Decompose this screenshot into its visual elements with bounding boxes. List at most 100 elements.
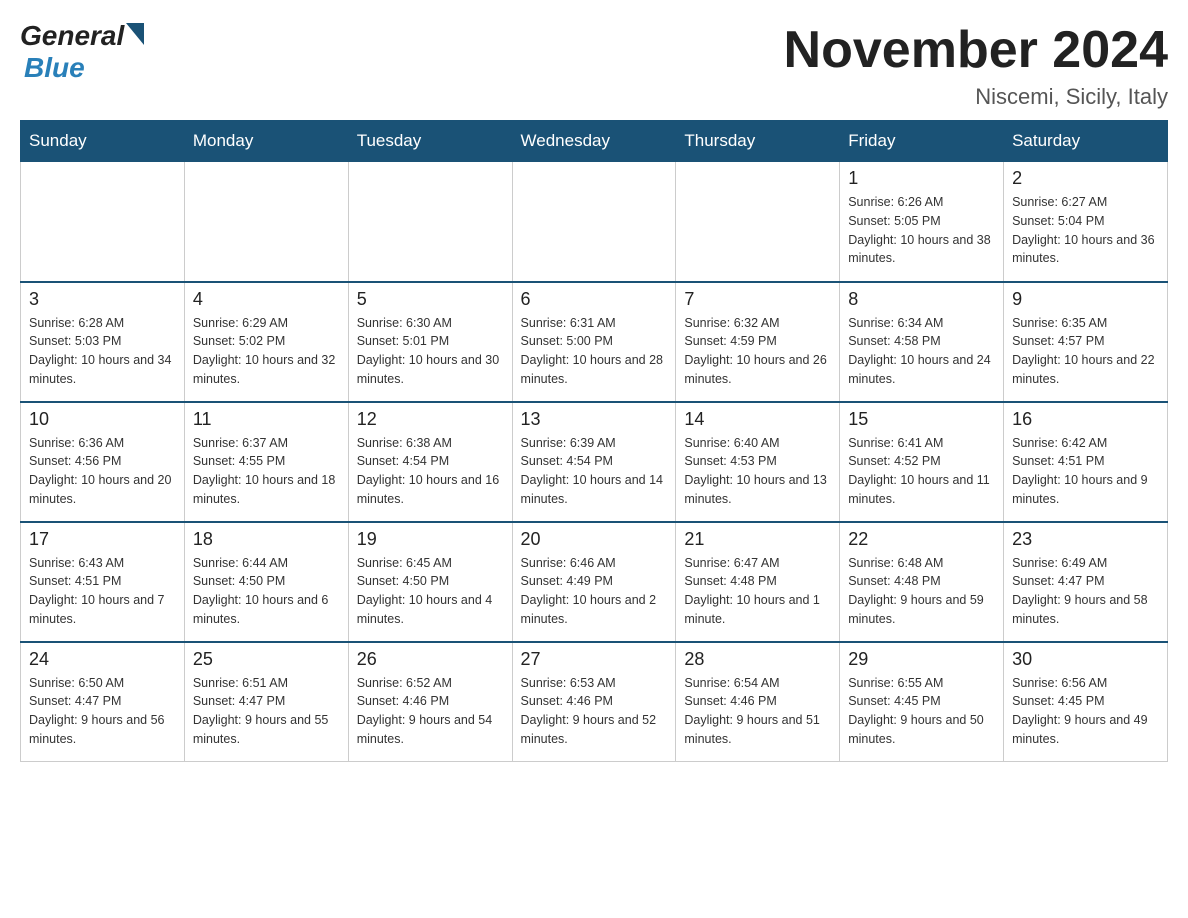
location-subtitle: Niscemi, Sicily, Italy <box>784 84 1168 110</box>
table-row <box>676 162 840 282</box>
day-info: Sunrise: 6:38 AM Sunset: 4:54 PM Dayligh… <box>357 434 504 509</box>
day-number: 9 <box>1012 289 1159 310</box>
table-row: 4 Sunrise: 6:29 AM Sunset: 5:02 PM Daylig… <box>184 282 348 402</box>
table-row: 18 Sunrise: 6:44 AM Sunset: 4:50 PM Dayli… <box>184 522 348 642</box>
day-number: 7 <box>684 289 831 310</box>
table-row: 15 Sunrise: 6:41 AM Sunset: 4:52 PM Dayli… <box>840 402 1004 522</box>
table-row: 19Sunrise: 6:45 AM Sunset: 4:50 PM Dayli… <box>348 522 512 642</box>
day-info: Sunrise: 6:51 AM Sunset: 4:47 PM Dayligh… <box>193 674 340 749</box>
day-info: Sunrise: 6:27 AM Sunset: 5:04 PM Dayligh… <box>1012 193 1159 268</box>
day-info: Sunrise: 6:26 AM Sunset: 5:05 PM Dayligh… <box>848 193 995 268</box>
title-section: November 2024 Niscemi, Sicily, Italy <box>784 20 1168 110</box>
day-info: Sunrise: 6:44 AM Sunset: 4:50 PM Dayligh… <box>193 554 340 629</box>
logo: General Blue <box>20 20 144 84</box>
day-info: Sunrise: 6:37 AM Sunset: 4:55 PM Dayligh… <box>193 434 340 509</box>
table-row: 10 Sunrise: 6:36 AM Sunset: 4:56 PM Dayli… <box>21 402 185 522</box>
day-info: Sunrise: 6:43 AM Sunset: 4:51 PM Dayligh… <box>29 554 176 629</box>
day-info: Sunrise: 6:54 AM Sunset: 4:46 PM Dayligh… <box>684 674 831 749</box>
table-row <box>512 162 676 282</box>
table-row: 29 Sunrise: 6:55 AM Sunset: 4:45 PM Dayli… <box>840 642 1004 762</box>
table-row: 28 Sunrise: 6:54 AM Sunset: 4:46 PM Dayli… <box>676 642 840 762</box>
day-number: 30 <box>1012 649 1159 670</box>
day-info: Sunrise: 6:32 AM Sunset: 4:59 PM Dayligh… <box>684 314 831 389</box>
table-row: 24Sunrise: 6:50 AM Sunset: 4:47 PM Dayli… <box>21 642 185 762</box>
calendar-header-row: Sunday Monday Tuesday Wednesday Thursday… <box>21 121 1168 162</box>
day-info: Sunrise: 6:30 AM Sunset: 5:01 PM Dayligh… <box>357 314 504 389</box>
day-info: Sunrise: 6:47 AM Sunset: 4:48 PM Dayligh… <box>684 554 831 629</box>
table-row <box>184 162 348 282</box>
col-thursday: Thursday <box>676 121 840 162</box>
day-number: 28 <box>684 649 831 670</box>
col-wednesday: Wednesday <box>512 121 676 162</box>
day-info: Sunrise: 6:36 AM Sunset: 4:56 PM Dayligh… <box>29 434 176 509</box>
table-row: 11 Sunrise: 6:37 AM Sunset: 4:55 PM Dayli… <box>184 402 348 522</box>
day-info: Sunrise: 6:52 AM Sunset: 4:46 PM Dayligh… <box>357 674 504 749</box>
table-row <box>348 162 512 282</box>
day-number: 17 <box>29 529 176 550</box>
day-info: Sunrise: 6:56 AM Sunset: 4:45 PM Dayligh… <box>1012 674 1159 749</box>
day-info: Sunrise: 6:31 AM Sunset: 5:00 PM Dayligh… <box>521 314 668 389</box>
table-row: 27 Sunrise: 6:53 AM Sunset: 4:46 PM Dayli… <box>512 642 676 762</box>
table-row: 23Sunrise: 6:49 AM Sunset: 4:47 PM Dayli… <box>1004 522 1168 642</box>
logo-blue-text: Blue <box>24 52 85 84</box>
table-row: 12 Sunrise: 6:38 AM Sunset: 4:54 PM Dayli… <box>348 402 512 522</box>
month-title: November 2024 <box>784 20 1168 80</box>
table-row: 7 Sunrise: 6:32 AM Sunset: 4:59 PM Daylig… <box>676 282 840 402</box>
table-row: 20 Sunrise: 6:46 AM Sunset: 4:49 PM Dayli… <box>512 522 676 642</box>
day-number: 12 <box>357 409 504 430</box>
day-info: Sunrise: 6:46 AM Sunset: 4:49 PM Dayligh… <box>521 554 668 629</box>
table-row: 1 Sunrise: 6:26 AM Sunset: 5:05 PM Daylig… <box>840 162 1004 282</box>
day-info: Sunrise: 6:42 AM Sunset: 4:51 PM Dayligh… <box>1012 434 1159 509</box>
day-number: 22 <box>848 529 995 550</box>
logo-general-text: General <box>20 20 124 52</box>
col-friday: Friday <box>840 121 1004 162</box>
day-number: 16 <box>1012 409 1159 430</box>
calendar-week-row: 1 Sunrise: 6:26 AM Sunset: 5:05 PM Daylig… <box>21 162 1168 282</box>
day-number: 11 <box>193 409 340 430</box>
table-row: 14Sunrise: 6:40 AM Sunset: 4:53 PM Dayli… <box>676 402 840 522</box>
day-number: 10 <box>29 409 176 430</box>
col-saturday: Saturday <box>1004 121 1168 162</box>
col-sunday: Sunday <box>21 121 185 162</box>
day-number: 27 <box>521 649 668 670</box>
day-number: 25 <box>193 649 340 670</box>
table-row: 3Sunrise: 6:28 AM Sunset: 5:03 PM Daylig… <box>21 282 185 402</box>
day-info: Sunrise: 6:53 AM Sunset: 4:46 PM Dayligh… <box>521 674 668 749</box>
calendar-week-row: 3Sunrise: 6:28 AM Sunset: 5:03 PM Daylig… <box>21 282 1168 402</box>
day-info: Sunrise: 6:39 AM Sunset: 4:54 PM Dayligh… <box>521 434 668 509</box>
day-info: Sunrise: 6:35 AM Sunset: 4:57 PM Dayligh… <box>1012 314 1159 389</box>
table-row: 6 Sunrise: 6:31 AM Sunset: 5:00 PM Daylig… <box>512 282 676 402</box>
day-info: Sunrise: 6:48 AM Sunset: 4:48 PM Dayligh… <box>848 554 995 629</box>
day-number: 18 <box>193 529 340 550</box>
day-info: Sunrise: 6:34 AM Sunset: 4:58 PM Dayligh… <box>848 314 995 389</box>
day-info: Sunrise: 6:45 AM Sunset: 4:50 PM Dayligh… <box>357 554 504 629</box>
calendar-table: Sunday Monday Tuesday Wednesday Thursday… <box>20 120 1168 762</box>
day-info: Sunrise: 6:55 AM Sunset: 4:45 PM Dayligh… <box>848 674 995 749</box>
day-number: 21 <box>684 529 831 550</box>
day-number: 6 <box>521 289 668 310</box>
col-monday: Monday <box>184 121 348 162</box>
day-number: 4 <box>193 289 340 310</box>
logo-arrow-icon <box>126 23 144 45</box>
calendar-week-row: 10 Sunrise: 6:36 AM Sunset: 4:56 PM Dayli… <box>21 402 1168 522</box>
day-number: 23 <box>1012 529 1159 550</box>
day-number: 5 <box>357 289 504 310</box>
table-row: 30 Sunrise: 6:56 AM Sunset: 4:45 PM Dayli… <box>1004 642 1168 762</box>
day-number: 20 <box>521 529 668 550</box>
day-number: 1 <box>848 168 995 189</box>
calendar-week-row: 17 Sunrise: 6:43 AM Sunset: 4:51 PM Dayli… <box>21 522 1168 642</box>
table-row: 22 Sunrise: 6:48 AM Sunset: 4:48 PM Dayli… <box>840 522 1004 642</box>
table-row: 26Sunrise: 6:52 AM Sunset: 4:46 PM Dayli… <box>348 642 512 762</box>
day-number: 15 <box>848 409 995 430</box>
day-info: Sunrise: 6:40 AM Sunset: 4:53 PM Dayligh… <box>684 434 831 509</box>
col-tuesday: Tuesday <box>348 121 512 162</box>
day-info: Sunrise: 6:28 AM Sunset: 5:03 PM Dayligh… <box>29 314 176 389</box>
day-info: Sunrise: 6:41 AM Sunset: 4:52 PM Dayligh… <box>848 434 995 509</box>
day-number: 29 <box>848 649 995 670</box>
day-info: Sunrise: 6:50 AM Sunset: 4:47 PM Dayligh… <box>29 674 176 749</box>
page-header: General Blue November 2024 Niscemi, Sici… <box>20 20 1168 110</box>
day-number: 13 <box>521 409 668 430</box>
table-row: 13 Sunrise: 6:39 AM Sunset: 4:54 PM Dayli… <box>512 402 676 522</box>
calendar-week-row: 24Sunrise: 6:50 AM Sunset: 4:47 PM Dayli… <box>21 642 1168 762</box>
day-info: Sunrise: 6:29 AM Sunset: 5:02 PM Dayligh… <box>193 314 340 389</box>
